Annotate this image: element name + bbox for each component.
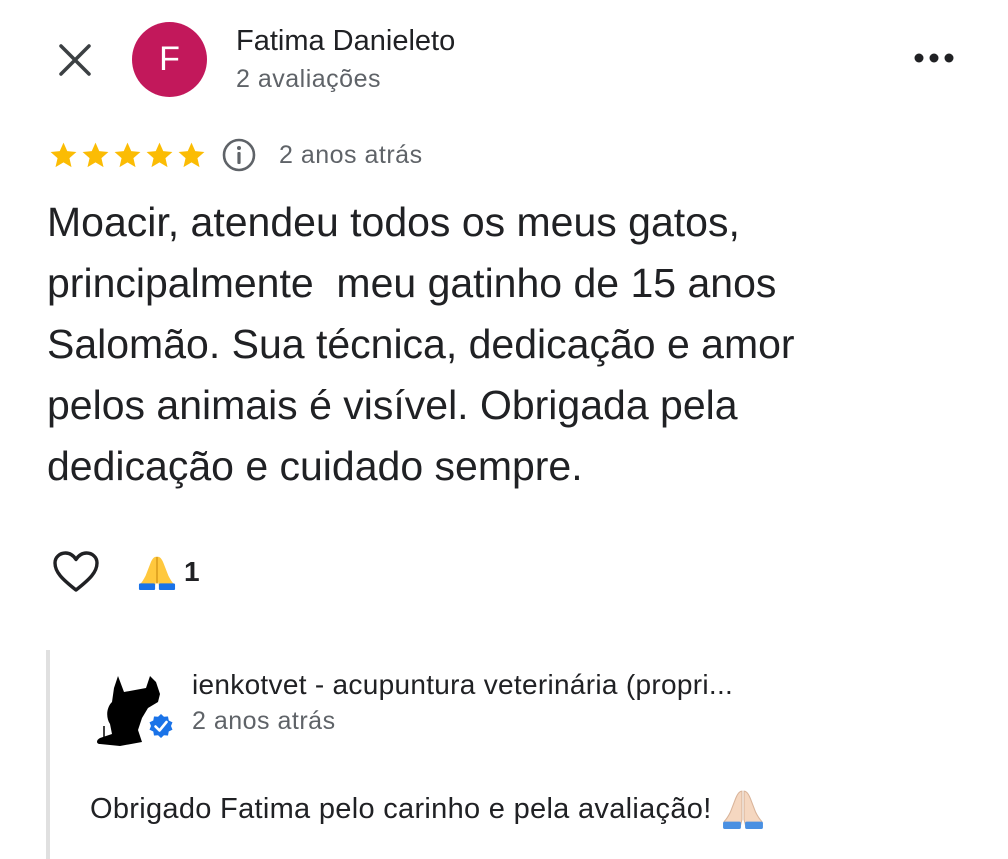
author-avatar[interactable]: F — [132, 22, 207, 97]
more-horizontal-icon — [914, 53, 954, 63]
review-date: 2 anos atrás — [279, 140, 423, 169]
folded-hands-emoji — [722, 790, 763, 829]
reaction-count: 1 — [184, 556, 200, 587]
owner-name[interactable]: ienkotvet - acupuntura veterinária (prop… — [192, 669, 733, 701]
star-icon — [178, 142, 205, 167]
owner-reply-date: 2 anos atrás — [192, 707, 336, 735]
like-button[interactable] — [50, 547, 102, 597]
author-review-count: 2 avaliações — [236, 65, 381, 93]
reactions-row: 1 — [50, 547, 200, 597]
more-options-button[interactable] — [910, 40, 958, 76]
heart-outline-icon — [53, 551, 99, 592]
owner-reply: ienkotvet - acupuntura veterinária (prop… — [46, 650, 1008, 859]
reaction-chip[interactable]: 1 — [138, 553, 200, 591]
review-text: Moacir, atendeu todos os meus gatos, pri… — [47, 199, 795, 489]
star-rating — [48, 140, 207, 171]
star-icon — [50, 142, 77, 167]
close-icon — [59, 44, 91, 76]
avatar-letter: F — [159, 40, 180, 78]
reply-text-row: Obrigado Fatima pelo carinho e pela aval… — [90, 788, 764, 830]
star-icon — [146, 142, 173, 167]
rating-row: 2 anos atrás — [48, 136, 423, 174]
close-button[interactable] — [50, 38, 100, 82]
star-icon — [114, 142, 141, 167]
verified-badge-icon — [147, 712, 175, 740]
folded-hands-emoji — [138, 556, 176, 591]
author-name[interactable]: Fatima Danieleto — [236, 25, 455, 58]
star-icon — [82, 142, 109, 167]
reply-text: Obrigado Fatima pelo carinho e pela aval… — [90, 792, 712, 825]
info-icon[interactable] — [221, 137, 257, 173]
